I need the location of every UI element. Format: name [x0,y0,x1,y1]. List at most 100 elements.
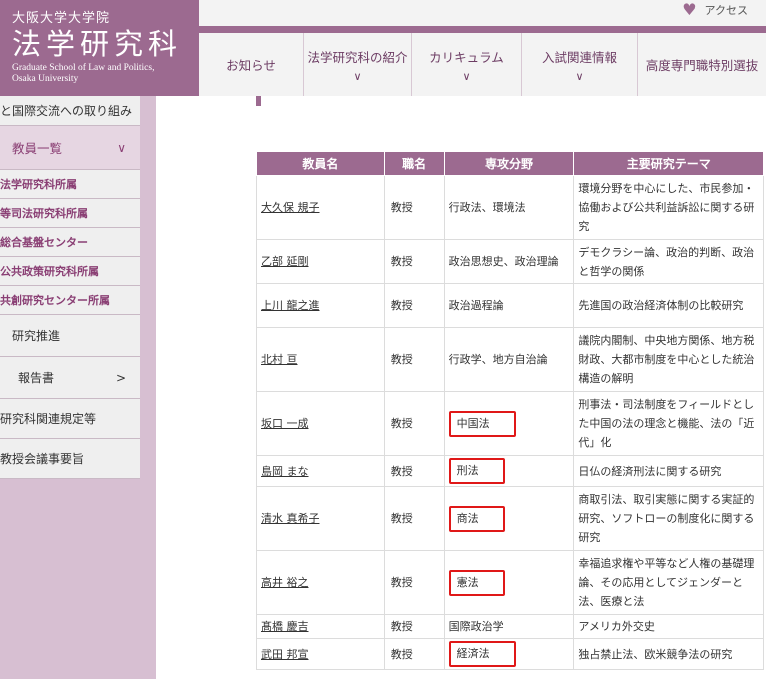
position-cell: 教授 [383,638,445,670]
faculty-table: 教員名 職名 専攻分野 主要研究テーマ 大久保 規子 教授 行政法、環境法 環境分野を… [256,151,764,670]
heart-icon: ♥ [682,0,697,19]
access-link[interactable]: ♥ アクセス [682,0,748,19]
sidebar-item-label: 教員一覧 [12,141,63,156]
field-cell: 国際政治学 [443,614,575,639]
nav-item-label: 法学研究科の紹介 [307,49,408,65]
field-text: 政治思想史、政治理論 [448,255,559,268]
table-row: 清水 真希子 教授 商法 商取引法、取引実態に関する実証的研究、ソフトローの制度化に関… [256,486,764,551]
nav-item[interactable]: カリキュラム ∨ [412,33,522,96]
position-cell: 教授 [383,239,445,284]
theme-cell: 環境分野を中心にした、市民参加・協働および公共利益訴訟に関する研究 [573,175,764,240]
faculty-name-link[interactable]: 坂口 一成 [261,417,309,430]
section-marker [256,96,261,106]
table-row: 乙部 延剛 教授 政治思想史、政治理論 デモクラシー論、政治的判断、政治と哲学の関係 [256,239,764,284]
field-cell: 商法 [443,486,575,551]
sidebar-item-faculty-list[interactable]: 教員一覧 ∨ [0,126,140,170]
faculty-name-link[interactable]: 乙部 延剛 [261,255,309,268]
theme-cell: アメリカ外交史 [573,614,764,639]
sidebar-item-minutes[interactable]: 教授会議事要旨 [0,439,140,479]
access-label: アクセス [704,3,748,17]
theme-cell: 議院内閣制、中央地方関係、地方税財政、大都市制度を中心とした統治構造の解明 [573,327,764,392]
position-cell: 教授 [383,175,445,240]
faculty-name-link[interactable]: 北村 亘 [261,353,298,366]
theme-cell: 日仏の経済刑法に関する研究 [573,455,764,487]
chevron-down-icon: ∨ [353,69,362,83]
field-text: 行政法、環境法 [448,201,526,214]
nav-item-label: お知らせ [226,58,276,73]
table-row: 島岡 まな 教授 刑法 日仏の経済刑法に関する研究 [256,455,764,487]
highlighted-field: 経済法 [448,641,516,667]
header-position: 職名 [383,151,445,176]
header-name: 教員名 [256,151,385,176]
table-row: 武田 邦宣 教授 経済法 独占禁止法、欧米競争法の研究 [256,638,764,670]
field-cell: 経済法 [443,638,575,670]
sidebar-subitem[interactable]: 等司法研究科所属 [0,199,140,228]
nav-item[interactable]: 高度専門職特別選抜 [638,33,766,96]
faculty-name-cell: 髙橋 慶吉 [256,614,385,639]
theme-cell: 先進国の政治経済体制の比較研究 [573,283,764,328]
table-row: 上川 龍之進 教授 政治過程論 先進国の政治経済体制の比較研究 [256,283,764,328]
school-name: 法学研究科 [12,27,183,61]
faculty-name-cell: 上川 龍之進 [256,283,385,328]
sidebar-item-regulations[interactable]: 研究科関連規定等 [0,399,140,439]
nav-item[interactable]: 入試関連情報 ∨ [522,33,638,96]
header-field: 専攻分野 [443,151,575,176]
faculty-name-cell: 島岡 まな [256,455,385,487]
position-cell: 教授 [383,550,445,615]
table-row: 北村 亘 教授 行政学、地方自治論 議院内閣制、中央地方関係、地方税財政、大都市制度を… [256,327,764,392]
nav-item-label: 入試関連情報 [541,49,617,65]
field-cell: 行政学、地方自治論 [443,327,575,392]
sidebar-subitem[interactable]: 総合基盤センター [0,228,140,257]
faculty-name-cell: 清水 真希子 [256,486,385,551]
sidebar: と国際交流への取り組み 教員一覧 ∨ 法学研究科所属 等司法研究科所属 総合基盤セン… [0,96,140,479]
position-cell: 教授 [383,283,445,328]
faculty-name-link[interactable]: 髙橋 慶吉 [261,620,309,633]
faculty-name-cell: 大久保 規子 [256,175,385,240]
highlighted-field: 刑法 [448,458,505,484]
faculty-name-cell: 高井 裕之 [256,550,385,615]
sidebar-item-research[interactable]: 研究推進 [0,315,140,357]
position-cell: 教授 [383,486,445,551]
nav-item-label: 高度専門職特別選抜 [645,58,759,73]
position-cell: 教授 [383,391,445,456]
sidebar-item-international[interactable]: と国際交流への取り組み [0,96,140,126]
position-cell: 教授 [383,455,445,487]
faculty-name-link[interactable]: 清水 真希子 [261,512,320,525]
faculty-name-link[interactable]: 大久保 規子 [261,201,320,214]
sidebar-subitem[interactable]: 共創研究センター所属 [0,286,140,315]
theme-cell: 刑事法・司法制度をフィールドとした中国の法の理念と機能、法の「近代」化 [573,391,764,456]
faculty-name-link[interactable]: 上川 龍之進 [261,299,320,312]
table-row: 高井 裕之 教授 憲法 幸福追求権や平等など人権の基礎理論、その応用としてジェンダーと… [256,550,764,615]
table-row: 大久保 規子 教授 行政法、環境法 環境分野を中心にした、市民参加・協働および公共利益… [256,175,764,240]
theme-cell: 商取引法、取引実態に関する実証的研究、ソフトローの制度化に関する研究 [573,486,764,551]
theme-cell: 幸福追求権や平等など人権の基礎理論、その応用としてジェンダーと法、医療と法 [573,550,764,615]
faculty-name-cell: 坂口 一成 [256,391,385,456]
nav-item-label: カリキュラム [429,49,504,65]
nav-item[interactable]: 法学研究科の紹介 ∨ [304,33,412,96]
field-cell: 中国法 [443,391,575,456]
chevron-down-icon: ∨ [575,69,584,83]
faculty-name-cell: 北村 亘 [256,327,385,392]
sidebar-subitem[interactable]: 公共政策研究科所属 [0,257,140,286]
site-logo[interactable]: 大阪大学大学院 法学研究科 Graduate School of Law and… [0,0,199,96]
sidebar-item-label: 報告書 [18,371,55,385]
field-cell: 行政法、環境法 [443,175,575,240]
sidebar-subitem[interactable]: 法学研究科所属 [0,170,140,199]
sidebar-item-reports[interactable]: 報告書 > [0,357,140,399]
highlighted-field: 商法 [448,505,505,532]
faculty-name-link[interactable]: 島岡 まな [261,465,309,478]
faculty-name-cell: 乙部 延剛 [256,239,385,284]
field-text: 国際政治学 [448,620,504,633]
chevron-down-icon: ∨ [117,140,126,155]
faculty-name-link[interactable]: 高井 裕之 [261,576,309,589]
theme-cell: 独占禁止法、欧米競争法の研究 [573,638,764,670]
position-cell: 教授 [383,614,445,639]
highlighted-field: 憲法 [448,569,505,596]
university-name: 大阪大学大学院 [12,11,111,26]
chevron-down-icon: ∨ [462,69,471,83]
field-cell: 憲法 [443,550,575,615]
faculty-name-link[interactable]: 武田 邦宣 [261,648,309,661]
nav-item[interactable]: お知らせ [199,33,304,96]
table-row: 髙橋 慶吉 教授 国際政治学 アメリカ外交史 [256,614,764,639]
table-row: 坂口 一成 教授 中国法 刑事法・司法制度をフィールドとした中国の法の理念と機能、法の… [256,391,764,456]
